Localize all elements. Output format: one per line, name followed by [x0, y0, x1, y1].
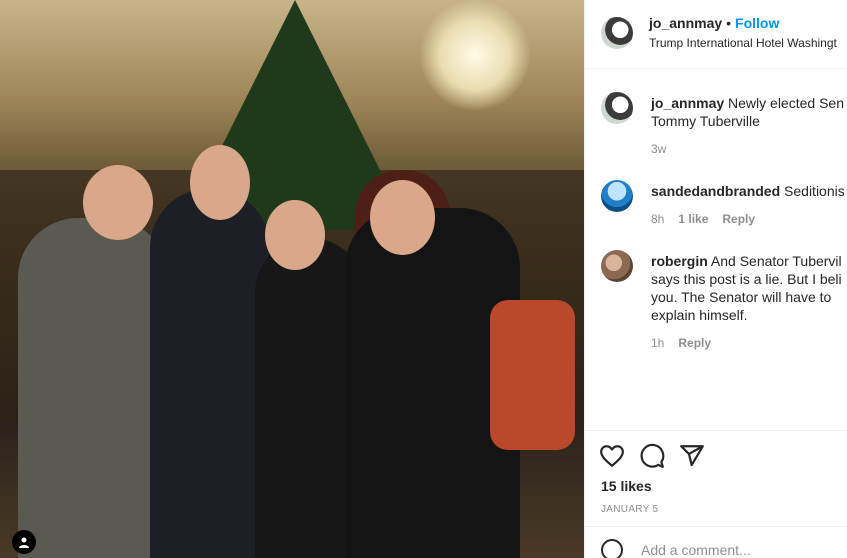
- post-photo[interactable]: [0, 0, 584, 558]
- post-date[interactable]: JANUARY 5: [601, 504, 658, 515]
- post-actions: 15 likes JANUARY 5 Add a comment...: [585, 430, 847, 558]
- comment-meta: 8h 1 like Reply: [651, 212, 769, 226]
- avatar[interactable]: [601, 250, 633, 282]
- comment-text: sandedandbranded Seditionis: [651, 182, 847, 200]
- user-tag-icon[interactable]: [12, 530, 36, 554]
- post-header: jo_annmay • Follow Trump International Hot…: [585, 0, 847, 69]
- head-2: [190, 145, 250, 220]
- comment-input[interactable]: Add a comment...: [641, 542, 751, 558]
- emoji-icon[interactable]: [601, 539, 623, 558]
- comment-username[interactable]: sandedandbranded: [651, 183, 780, 199]
- comment-likes[interactable]: 1 like: [678, 212, 708, 226]
- comment-icon[interactable]: [639, 443, 665, 469]
- heart-icon[interactable]: [599, 443, 625, 469]
- person-1: [18, 218, 168, 558]
- comment-username[interactable]: robergin: [651, 253, 708, 269]
- backpack: [490, 300, 575, 450]
- comment-meta: 3w: [651, 142, 680, 156]
- header-user-line: jo_annmay • Follow: [649, 15, 779, 31]
- reply-button[interactable]: Reply: [722, 212, 755, 226]
- username-link[interactable]: jo_annmay: [649, 15, 722, 31]
- comment-text: robergin And Senator Tubervil says this …: [651, 252, 847, 324]
- comment-time[interactable]: 3w: [651, 142, 666, 156]
- head-4: [370, 180, 435, 255]
- comment-time[interactable]: 1h: [651, 336, 664, 350]
- head-3: [265, 200, 325, 270]
- action-icons: [599, 443, 705, 469]
- comment-username[interactable]: jo_annmay: [651, 95, 724, 111]
- likes-count[interactable]: 15 likes: [601, 478, 652, 494]
- comment-text: jo_annmay Newly elected Sen Tommy Tuberv…: [651, 94, 847, 130]
- add-comment-bar: Add a comment...: [585, 526, 847, 558]
- separator-dot: •: [726, 15, 732, 31]
- comment-meta: 1h Reply: [651, 336, 725, 350]
- location-link[interactable]: Trump International Hotel Washingt: [649, 36, 837, 50]
- post-panel: jo_annmay • Follow Trump International Hot…: [584, 0, 847, 558]
- head-1: [83, 165, 153, 240]
- comment-body: Seditionis: [784, 183, 845, 199]
- comment-time[interactable]: 8h: [651, 212, 664, 226]
- chandelier: [420, 0, 530, 110]
- person-2: [150, 188, 270, 558]
- follow-button[interactable]: Follow: [735, 15, 779, 31]
- avatar[interactable]: [601, 92, 633, 124]
- reply-button[interactable]: Reply: [678, 336, 711, 350]
- avatar[interactable]: [601, 180, 633, 212]
- avatar[interactable]: [601, 17, 633, 49]
- share-icon[interactable]: [679, 443, 705, 469]
